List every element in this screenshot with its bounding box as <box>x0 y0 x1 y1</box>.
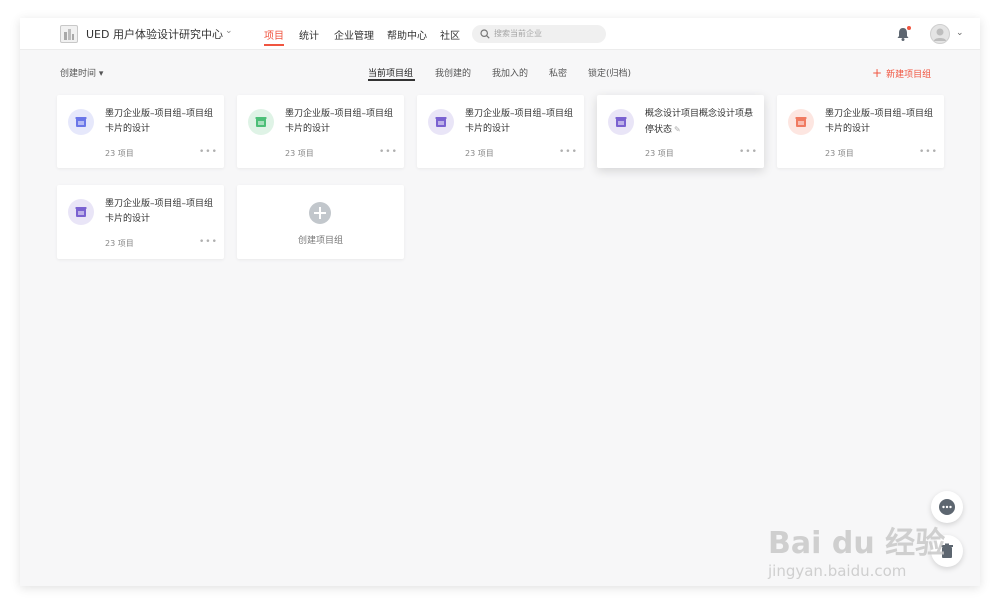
trash-icon <box>941 543 953 558</box>
folder-icon <box>608 109 634 135</box>
project-count: 23 项目 <box>465 149 494 158</box>
create-project-group-card[interactable]: 创建项目组 <box>237 185 404 259</box>
nav-item-help[interactable]: 帮助中心 <box>387 27 427 42</box>
card-title: 概念设计项目概念设计项悬停状态 ✎ <box>645 107 757 138</box>
nav-item-statistics[interactable]: 统计 <box>299 27 319 42</box>
new-project-group-button[interactable]: + 新建项目组 <box>872 66 931 80</box>
edit-pencil-icon[interactable]: ✎ <box>674 125 681 134</box>
card-title: 墨刀企业版–项目组–项目组卡片的设计 <box>465 109 574 134</box>
folder-icon <box>248 109 274 135</box>
card-title: 墨刀企业版–项目组–项目组卡片的设计 <box>825 109 934 134</box>
folder-icon <box>428 109 454 135</box>
create-project-group-label: 创建项目组 <box>297 236 343 246</box>
avatar[interactable] <box>930 24 950 44</box>
plus-circle-icon <box>309 202 331 224</box>
top-navbar: UED 用户体验设计研究中心 ⌄ 项目 统计 企业管理 帮助中心 社区 搜索当前… <box>20 18 980 50</box>
notification-dot <box>907 26 911 30</box>
org-name[interactable]: UED 用户体验设计研究中心 <box>86 26 223 42</box>
card-title: 墨刀企业版–项目组–项目组卡片的设计 <box>105 109 214 134</box>
recycle-bin-button[interactable] <box>931 535 963 567</box>
plus-icon: + <box>872 66 883 80</box>
search-placeholder: 搜索当前企业 <box>494 29 542 38</box>
card-title: 墨刀企业版–项目组–项目组卡片的设计 <box>105 199 214 224</box>
org-logo-icon[interactable] <box>60 25 78 43</box>
nav-active-indicator <box>264 44 284 46</box>
chevron-down-icon[interactable]: ⌄ <box>956 28 964 38</box>
chat-button[interactable] <box>931 491 963 523</box>
more-icon[interactable]: ••• <box>199 147 218 157</box>
more-icon[interactable]: ••• <box>919 147 938 157</box>
project-count: 23 项目 <box>645 149 674 158</box>
card-title: 墨刀企业版–项目组–项目组卡片的设计 <box>285 109 394 134</box>
project-count: 23 项目 <box>825 149 854 158</box>
project-count: 23 项目 <box>105 239 134 248</box>
tab-active-indicator <box>368 79 415 81</box>
more-icon[interactable]: ••• <box>739 147 758 157</box>
tab-joined[interactable]: 我加入的 <box>492 66 528 79</box>
sort-dropdown[interactable]: 创建时间 ▾ <box>60 66 103 79</box>
project-group-card-hovered[interactable]: 概念设计项目概念设计项悬停状态 ✎ 23 项目 ••• <box>597 95 764 168</box>
more-icon[interactable]: ••• <box>379 147 398 157</box>
new-group-label: 新建项目组 <box>886 70 932 80</box>
project-count: 23 项目 <box>105 149 134 158</box>
tab-current-groups[interactable]: 当前项目组 <box>368 66 413 79</box>
folder-icon <box>788 109 814 135</box>
chevron-down-icon[interactable]: ⌄ <box>225 26 233 36</box>
project-group-card[interactable]: 墨刀企业版–项目组–项目组卡片的设计 23 项目 ••• <box>57 185 224 259</box>
tab-locked-archived[interactable]: 锁定(归档) <box>588 66 631 79</box>
nav-item-community[interactable]: 社区 <box>440 27 460 42</box>
nav-item-enterprise[interactable]: 企业管理 <box>334 27 374 42</box>
folder-icon <box>68 109 94 135</box>
more-icon[interactable]: ••• <box>199 237 218 247</box>
tab-private[interactable]: 私密 <box>549 66 567 79</box>
project-group-card[interactable]: 墨刀企业版–项目组–项目组卡片的设计 23 项目 ••• <box>57 95 224 168</box>
project-group-card[interactable]: 墨刀企业版–项目组–项目组卡片的设计 23 项目 ••• <box>417 95 584 168</box>
search-input[interactable]: 搜索当前企业 <box>472 25 606 43</box>
chat-icon <box>939 499 955 515</box>
nav-item-projects[interactable]: 项目 <box>264 27 284 42</box>
project-group-card[interactable]: 墨刀企业版–项目组–项目组卡片的设计 23 项目 ••• <box>237 95 404 168</box>
project-group-card[interactable]: 墨刀企业版–项目组–项目组卡片的设计 23 项目 ••• <box>777 95 944 168</box>
more-icon[interactable]: ••• <box>559 147 578 157</box>
card-title-text: 概念设计项目概念设计项悬停状态 <box>645 109 754 135</box>
tab-created-by-me[interactable]: 我创建的 <box>435 66 471 79</box>
project-count: 23 项目 <box>285 149 314 158</box>
search-icon <box>480 29 490 39</box>
app-window: UED 用户体验设计研究中心 ⌄ 项目 统计 企业管理 帮助中心 社区 搜索当前… <box>20 18 980 586</box>
folder-icon <box>68 199 94 225</box>
